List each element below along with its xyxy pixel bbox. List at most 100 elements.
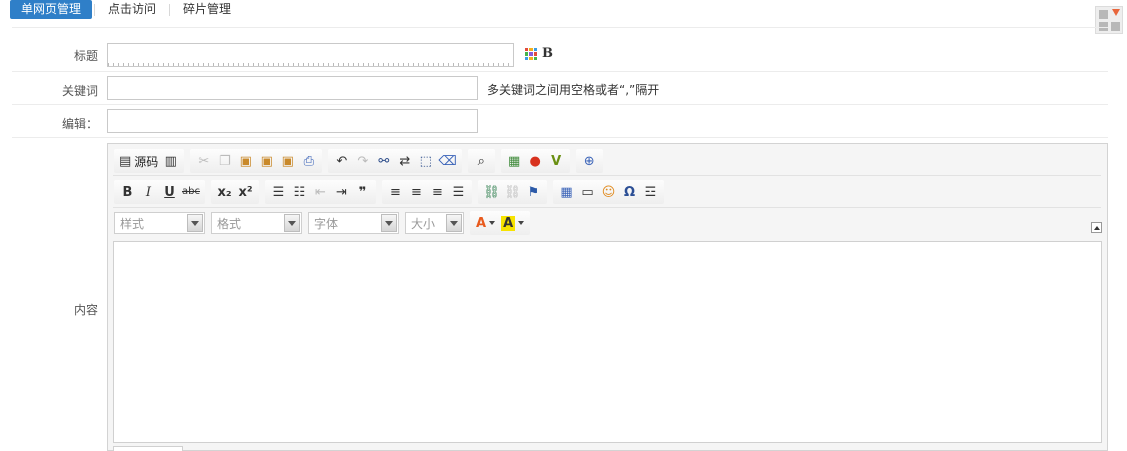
tab-fragment-manage[interactable]: 碎片管理	[172, 0, 242, 19]
replace-icon: ⇄	[399, 153, 411, 169]
page-break-button[interactable]: ☲	[640, 181, 661, 203]
align-left-icon: ≡	[390, 184, 401, 200]
row-divider	[12, 71, 1108, 72]
print-icon: ⎙	[303, 153, 315, 169]
document-icon: ▤	[119, 153, 132, 169]
preview-button[interactable]: ⌕	[471, 150, 492, 172]
flag-icon: ⚑	[527, 184, 540, 200]
size-select[interactable]: 大小	[405, 212, 464, 234]
collapse-toolbar-button[interactable]	[1091, 222, 1102, 233]
scissors-icon: ✂	[198, 153, 210, 169]
remove-format-button[interactable]: ⌫	[436, 150, 458, 172]
image-icon: ▦	[508, 153, 521, 169]
collapse-arrow-icon	[1093, 225, 1100, 230]
print-button[interactable]: ⎙	[298, 150, 319, 172]
paste-word-button[interactable]: ▣	[277, 150, 298, 172]
title-input[interactable]	[107, 43, 514, 67]
toolbar-group-insert: ▦ ● V	[500, 149, 570, 173]
link-button[interactable]: ⛓	[481, 181, 502, 203]
superscript-button[interactable]: x²	[235, 181, 256, 203]
replace-button[interactable]: ⇄	[394, 150, 415, 172]
keywords-input[interactable]	[107, 76, 478, 100]
text-color-button[interactable]: A	[473, 212, 498, 234]
tab-single-page-manage[interactable]: 单网页管理	[10, 0, 93, 19]
paste-text-button[interactable]: ▣	[256, 150, 277, 172]
copy-button[interactable]: ❐	[214, 150, 235, 172]
source-button[interactable]: ▤ 源码	[117, 150, 160, 172]
blockquote-button[interactable]: ❞	[352, 181, 373, 203]
format-select-label: 格式	[217, 216, 242, 231]
editor-status-tab	[113, 446, 183, 451]
underline-button[interactable]: U	[159, 181, 180, 203]
subscript-button[interactable]: x₂	[214, 181, 235, 203]
paste-button[interactable]: ▣	[235, 150, 256, 172]
editor-input[interactable]	[107, 109, 478, 133]
grid-square-icon	[1111, 22, 1120, 31]
unlink-icon: ⛓	[504, 184, 521, 200]
indent-icon: ⇥	[336, 184, 347, 200]
source-label: 源码	[134, 154, 159, 169]
italic-button[interactable]: I	[138, 181, 159, 203]
underline-icon: U	[164, 184, 175, 200]
undo-button[interactable]: ↶	[331, 150, 352, 172]
redo-button[interactable]: ↷	[352, 150, 373, 172]
bullet-list-icon: ☷	[293, 184, 306, 200]
template-button[interactable]: ▥	[160, 150, 181, 172]
bold-button[interactable]: B	[117, 181, 138, 203]
unlink-button[interactable]: ⛓	[502, 181, 523, 203]
toolbar-group-preview: ⌕	[467, 149, 495, 173]
font-select-label: 字体	[314, 216, 339, 231]
dropdown-arrow-icon	[518, 221, 525, 225]
grid-square-icon	[1099, 10, 1108, 19]
tab-click-visits[interactable]: 点击访问	[97, 0, 167, 19]
dropdown-arrow-icon	[489, 221, 496, 225]
video-button[interactable]: V	[546, 150, 567, 172]
smiley-button[interactable]: ☺	[598, 181, 619, 203]
editor-content-area[interactable]	[113, 241, 1102, 443]
video-icon: V	[551, 153, 562, 169]
table-icon: ▦	[560, 184, 573, 200]
anchor-button[interactable]: ⚑	[523, 181, 544, 203]
smiley-icon: ☺	[601, 184, 616, 200]
maximize-button[interactable]: ⊕	[579, 150, 600, 172]
bullet-list-button[interactable]: ☷	[289, 181, 310, 203]
bg-color-button[interactable]: A	[498, 212, 527, 234]
horizontal-rule-button[interactable]: ▭	[577, 181, 598, 203]
outdent-button[interactable]: ⇤	[310, 181, 331, 203]
align-right-button[interactable]: ≡	[427, 181, 448, 203]
select-all-button[interactable]: ⬚	[415, 150, 436, 172]
eraser-icon: ⌫	[438, 153, 457, 169]
toolbar-group-basic-style: B I U abc	[114, 180, 205, 204]
align-left-button[interactable]: ≡	[385, 181, 406, 203]
bold-icon: B	[122, 184, 133, 200]
binoculars-icon: ⚯	[378, 153, 390, 169]
find-button[interactable]: ⚯	[373, 150, 394, 172]
tab-divider	[169, 3, 171, 16]
title-bold-button[interactable]: B	[542, 46, 553, 61]
redo-icon: ↷	[357, 153, 369, 169]
special-char-button[interactable]: Ω	[619, 181, 640, 203]
indent-button[interactable]: ⇥	[331, 181, 352, 203]
layout-toggle-button[interactable]	[1095, 6, 1123, 34]
align-justify-button[interactable]: ☰	[448, 181, 469, 203]
numbered-list-button[interactable]: ☰	[268, 181, 289, 203]
flash-button[interactable]: ●	[525, 150, 546, 172]
align-center-button[interactable]: ≡	[406, 181, 427, 203]
font-select[interactable]: 字体	[308, 212, 399, 234]
toolbar-row-2: B I U abc x₂ x² ☰ ☷ ⇤ ⇥ ❞ ≡ ≡ ≡ ☰ ⛓ ⛓ ⚑ …	[114, 179, 670, 205]
subscript-icon: x₂	[217, 184, 232, 200]
color-picker-icon[interactable]	[525, 48, 537, 60]
strikethrough-button[interactable]: abc	[180, 181, 202, 203]
row-divider	[12, 104, 1108, 105]
clipboard-icon: ▣	[239, 153, 252, 169]
table-button[interactable]: ▦	[556, 181, 577, 203]
image-button[interactable]: ▦	[504, 150, 525, 172]
toolbar-group-source: ▤ 源码 ▥	[114, 149, 185, 173]
style-select[interactable]: 样式	[114, 212, 205, 234]
toolbar-group-clipboard: ✂ ❐ ▣ ▣ ▣ ⎙	[190, 149, 323, 173]
cut-button[interactable]: ✂	[193, 150, 214, 172]
format-select[interactable]: 格式	[211, 212, 302, 234]
chevron-down-icon	[381, 214, 397, 232]
top-tabs: 单网页管理 点击访问 碎片管理	[10, 0, 242, 19]
page-icon: ▥	[164, 153, 177, 169]
